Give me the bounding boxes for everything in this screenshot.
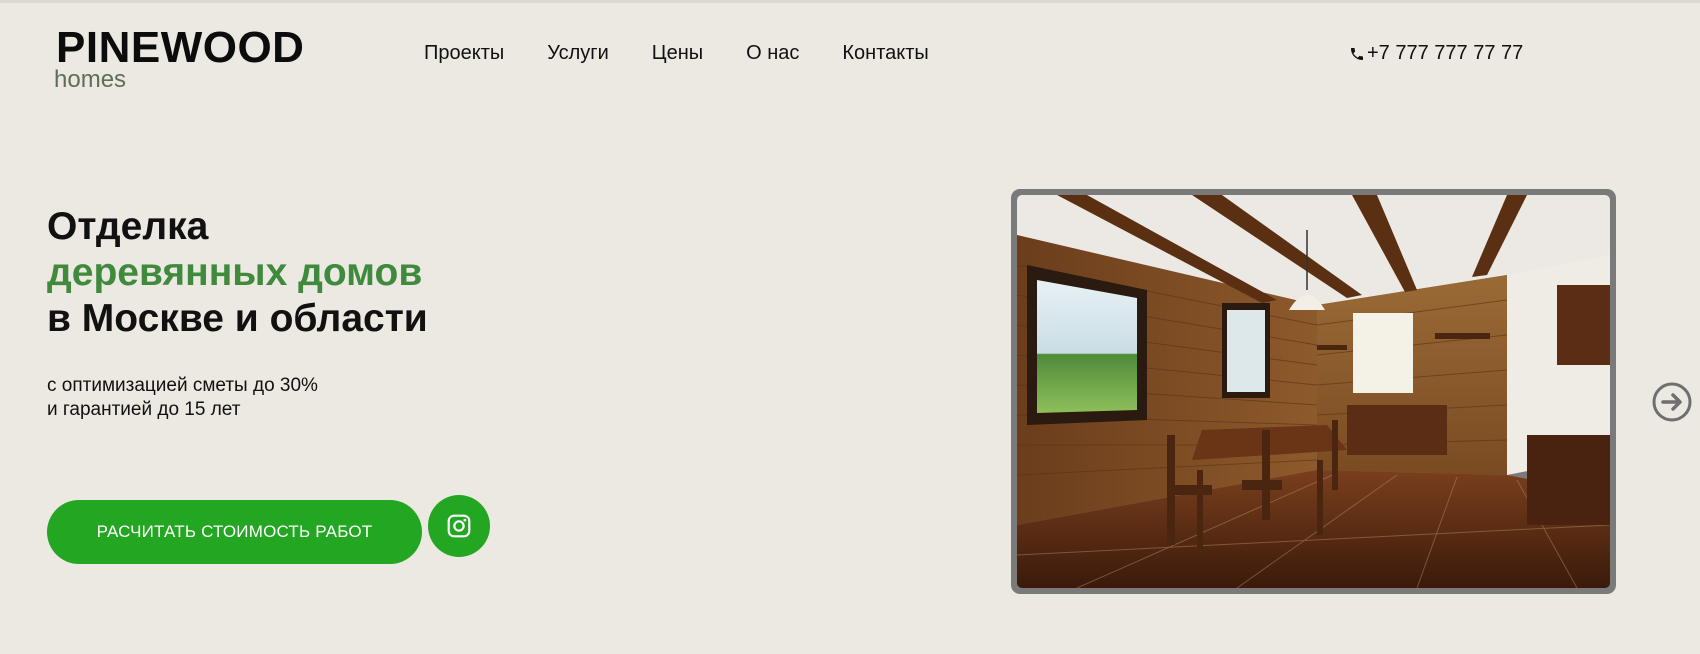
interior-photo — [1017, 195, 1610, 588]
hero-image-frame — [1011, 189, 1616, 594]
hero-title-line-2: деревянных домов — [47, 251, 423, 294]
nav-item-services[interactable]: Услуги — [547, 42, 609, 65]
phone-number: +7 777 777 77 77 — [1367, 42, 1524, 64]
logo-title: PINEWOOD — [56, 23, 305, 72]
hero-subtitle-line-1: с оптимизацией сметы до 30% — [47, 375, 318, 396]
calculate-cost-button[interactable]: РАСЧИТАТЬ СТОИМОСТЬ РАБОТ — [47, 500, 422, 564]
top-divider — [0, 0, 1700, 3]
arrow-right-circle-icon — [1652, 382, 1692, 422]
hero-title-line-3: в Москве и области — [47, 297, 428, 340]
hero-subtitle: с оптимизацией сметы до 30% и гарантией … — [47, 374, 318, 422]
phone-link[interactable]: +7 777 777 77 77 — [1349, 42, 1523, 65]
nav-item-about[interactable]: О нас — [746, 42, 799, 65]
slider-next-button[interactable] — [1651, 381, 1693, 423]
nav-item-prices[interactable]: Цены — [652, 42, 703, 65]
instagram-button[interactable] — [428, 495, 490, 557]
hero-title: Отделка деревянных домов в Москве и обла… — [47, 204, 428, 342]
logo[interactable]: PINEWOOD homes — [54, 23, 305, 92]
nav-item-projects[interactable]: Проекты — [424, 42, 504, 65]
hero-subtitle-line-2: и гарантией до 15 лет — [47, 399, 241, 420]
nav-item-contacts[interactable]: Контакты — [842, 42, 928, 65]
phone-icon — [1351, 47, 1363, 60]
instagram-icon — [447, 514, 471, 538]
logo-subtitle: homes — [54, 66, 127, 93]
main-nav: Проекты Услуги Цены О нас Контакты — [424, 42, 972, 65]
hero-title-line-1: Отделка — [47, 205, 209, 248]
